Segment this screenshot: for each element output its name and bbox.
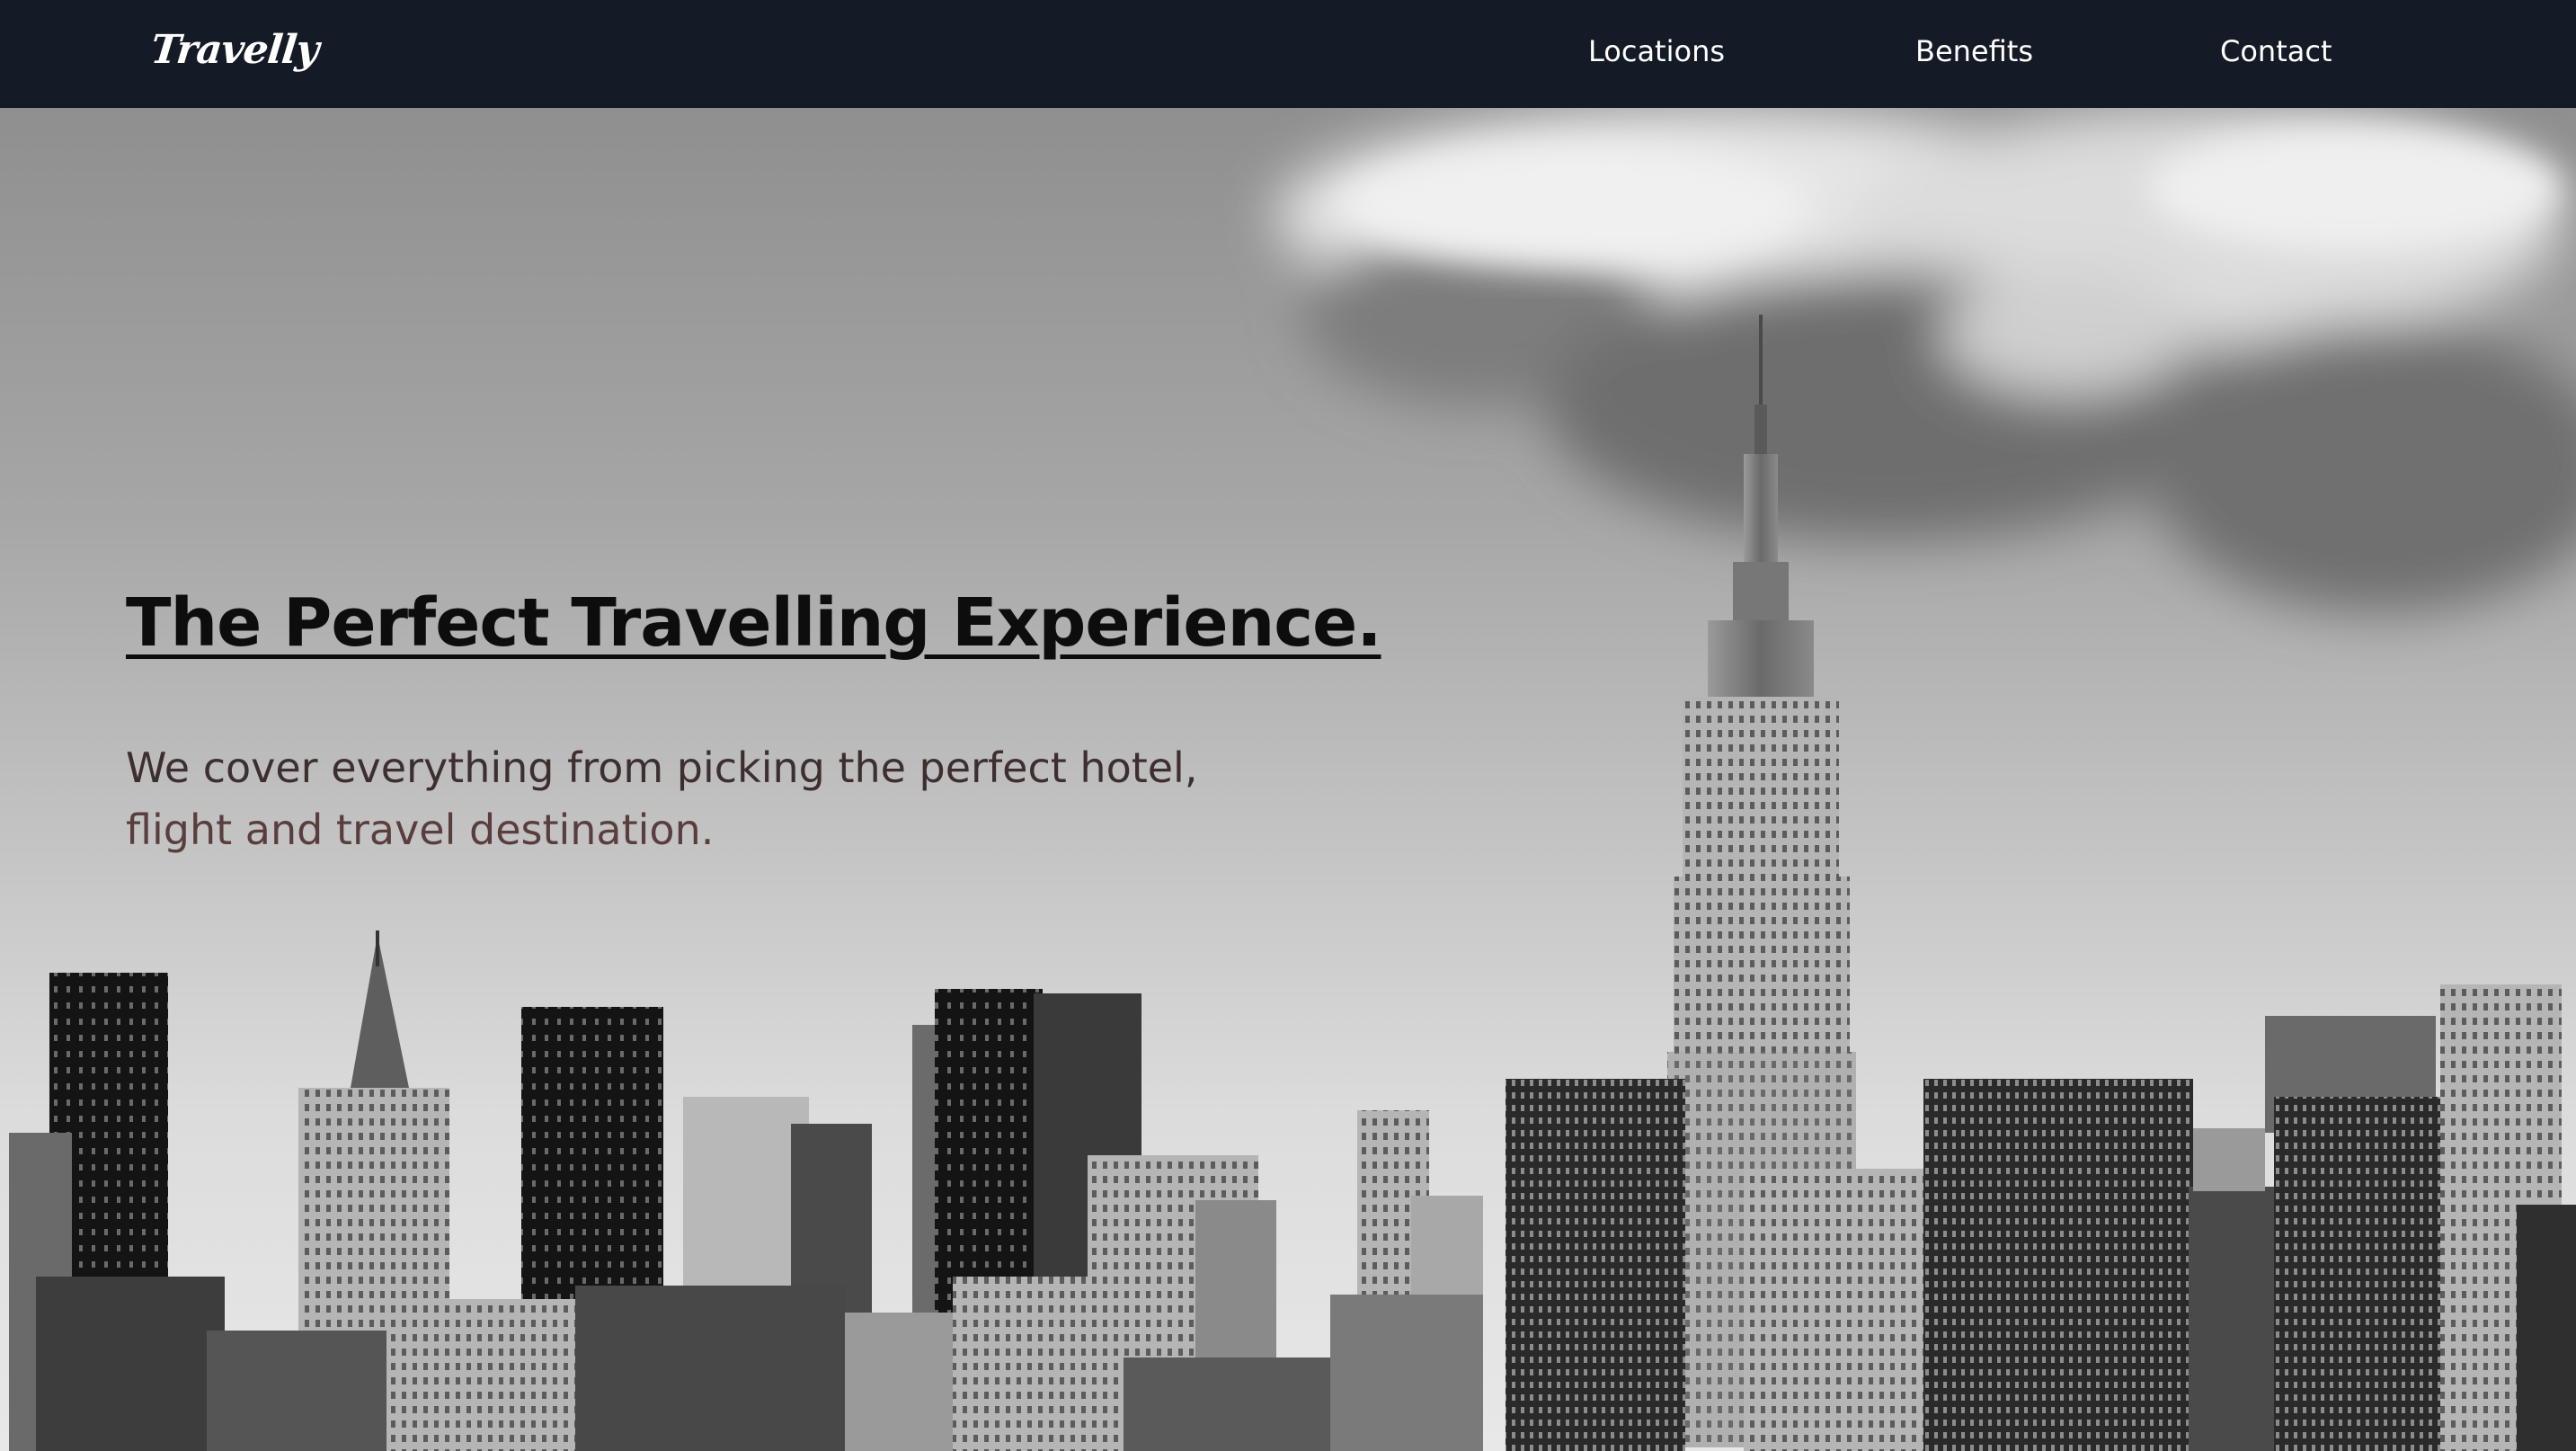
left-skyline (9, 930, 1483, 1451)
logo[interactable]: Travelly (148, 27, 320, 73)
nav-link-locations[interactable]: Locations (1588, 34, 1725, 68)
hero-subtitle-line-2: flight and travel destination. (126, 806, 715, 854)
hero-section: The Perfect Travelling Experience. We co… (0, 108, 2576, 1451)
hero-subtitle: We cover everything from picking the per… (126, 737, 1249, 861)
nav-link-benefits[interactable]: Benefits (1915, 34, 2033, 68)
right-skyline (1506, 984, 2576, 1451)
hero-title: The Perfect Travelling Experience. (126, 584, 1381, 662)
nav-link-contact[interactable]: Contact (2220, 34, 2332, 68)
hero-subtitle-line-1: We cover everything from picking the per… (126, 743, 1198, 792)
navbar: Travelly Locations Benefits Contact (0, 0, 2576, 108)
